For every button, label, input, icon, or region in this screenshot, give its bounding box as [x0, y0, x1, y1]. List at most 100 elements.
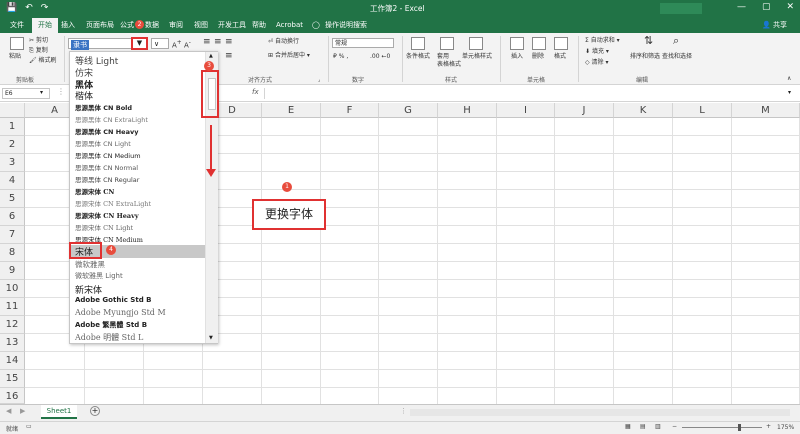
row-header[interactable]: 13 — [0, 334, 25, 352]
conditional-format-icon[interactable] — [411, 37, 425, 50]
row-header[interactable]: 12 — [0, 316, 25, 334]
font-option[interactable]: 思源黑体 CN Regular — [75, 174, 139, 184]
find-select-button[interactable]: 查找和选择 — [662, 53, 692, 61]
undo-icon[interactable]: ↶ — [25, 3, 33, 14]
sheet-tab-sheet1[interactable]: Sheet1 — [41, 405, 77, 419]
tab-formulas[interactable]: 公式 — [120, 20, 134, 30]
zoom-slider[interactable] — [682, 427, 762, 428]
cut-button[interactable]: ✂ 剪切 — [29, 37, 48, 45]
font-option[interactable]: 楷体 — [75, 89, 93, 102]
merge-center-button[interactable]: ⊞ 合并后居中 ▾ — [268, 52, 310, 60]
row-header[interactable]: 8 — [0, 244, 25, 262]
row-header[interactable]: 5 — [0, 190, 25, 208]
column-header[interactable]: G — [379, 103, 438, 118]
share-button[interactable]: 👤 共享 — [762, 20, 787, 30]
scroll-down-icon[interactable]: ▼ — [209, 335, 213, 341]
add-sheet-button[interactable]: + — [90, 406, 100, 416]
column-header[interactable]: K — [614, 103, 673, 118]
maximize-button[interactable]: ▢ — [762, 2, 771, 12]
column-header[interactable]: L — [673, 103, 732, 118]
font-option[interactable]: 微软雅黑 — [75, 259, 105, 270]
font-option[interactable]: 新宋体 — [75, 283, 102, 296]
page-break-view-icon[interactable]: ▥ — [655, 423, 661, 430]
tab-home[interactable]: 开始 — [32, 18, 58, 33]
tab-file[interactable]: 文件 — [10, 20, 24, 30]
close-button[interactable]: ✕ — [786, 2, 794, 12]
row-header[interactable]: 4 — [0, 172, 25, 190]
align-middle-icon[interactable]: ≡ — [214, 38, 222, 47]
font-option[interactable]: Adobe 明體 Std L — [75, 332, 143, 343]
lightbulb-icon[interactable]: ◯ — [312, 20, 320, 30]
font-size-input[interactable]: ∨ — [151, 38, 169, 49]
format-cells-button[interactable]: 格式 — [554, 53, 566, 61]
font-option[interactable]: 思源黑体 CN Light — [75, 138, 131, 148]
tab-insert[interactable]: 插入 — [61, 20, 75, 30]
wrap-text-button[interactable]: ⏎ 自动换行 — [268, 38, 299, 46]
number-format-select[interactable]: 常规 — [332, 38, 394, 48]
align-bottom-icon[interactable]: ≡ — [225, 38, 233, 47]
font-option[interactable]: 思源黑体 CN Bold — [75, 102, 132, 112]
cell-styles-icon[interactable] — [469, 37, 483, 50]
zoom-level[interactable]: 175% — [777, 424, 794, 431]
conditional-format-button[interactable]: 条件格式 — [406, 53, 430, 61]
font-option[interactable]: 思源宋体 CN Light — [75, 222, 133, 232]
row-header[interactable]: 15 — [0, 370, 25, 388]
column-header[interactable]: I — [497, 103, 555, 118]
decrease-font-button[interactable]: A- — [184, 39, 191, 49]
tab-page-layout[interactable]: 页面布局 — [86, 20, 114, 30]
prev-sheet-icon[interactable]: ◀ — [6, 407, 11, 415]
font-option[interactable]: Adobe Myungjo Std M — [75, 308, 166, 317]
font-option[interactable]: 思源宋体 CN ExtraLight — [75, 198, 151, 208]
paste-icon[interactable] — [10, 37, 24, 50]
row-header[interactable]: 6 — [0, 208, 25, 226]
row-header[interactable]: 10 — [0, 280, 25, 298]
font-option[interactable]: 思源黑体 CN Normal — [75, 162, 138, 172]
row-header[interactable]: 16 — [0, 388, 25, 404]
font-option[interactable]: 思源黑体 CN Heavy — [75, 126, 138, 136]
normal-view-icon[interactable]: ▦ — [625, 423, 631, 430]
horizontal-scrollbar[interactable] — [410, 409, 790, 416]
zoom-out-button[interactable]: − — [672, 423, 677, 430]
row-header[interactable]: 9 — [0, 262, 25, 280]
row-header[interactable]: 11 — [0, 298, 25, 316]
row-header[interactable]: 7 — [0, 226, 25, 244]
delete-cells-button[interactable]: 删除 — [532, 53, 544, 61]
fill-button[interactable]: ⬇ 填充 ▾ — [585, 48, 609, 56]
currency-icon[interactable]: ₽ % , — [333, 53, 348, 61]
alignment-launcher-icon[interactable]: ⌟ — [318, 76, 320, 84]
accessibility-icon[interactable]: ▭ — [26, 423, 32, 430]
tab-acrobat[interactable]: Acrobat — [276, 20, 303, 30]
insert-function-button[interactable]: fx — [252, 88, 259, 96]
page-layout-view-icon[interactable]: ▤ — [640, 423, 646, 430]
row-header[interactable]: 1 — [0, 118, 25, 136]
column-header[interactable]: M — [732, 103, 800, 118]
select-all-button[interactable] — [0, 103, 25, 118]
align-right-icon[interactable]: ≡ — [225, 52, 233, 61]
row-header[interactable]: 3 — [0, 154, 25, 172]
tell-me-search[interactable]: 操作说明搜索 — [325, 20, 367, 30]
chevron-down-icon[interactable]: ▾ — [40, 89, 43, 96]
insert-cells-button[interactable]: 插入 — [511, 53, 523, 61]
increase-font-button[interactable]: A+ — [172, 39, 182, 49]
redo-icon[interactable]: ↷ — [41, 3, 49, 14]
column-header[interactable]: E — [262, 103, 321, 118]
format-painter-button[interactable]: 🖌 格式刷 — [29, 57, 57, 65]
font-option[interactable]: 思源宋体 CN Heavy — [75, 210, 139, 220]
copy-button[interactable]: ⎘ 复制 — [29, 47, 48, 55]
account-area[interactable] — [660, 3, 702, 14]
tab-developer[interactable]: 开发工具 — [218, 20, 246, 30]
font-option[interactable]: Adobe 繁黑體 Std B — [75, 320, 147, 330]
font-option[interactable]: 思源宋体 CN — [75, 186, 114, 196]
minimize-button[interactable]: — — [737, 2, 746, 12]
formula-input[interactable] — [264, 88, 784, 99]
autosum-button[interactable]: Σ 自动求和 ▾ — [585, 37, 620, 45]
clear-button[interactable]: ◇ 清除 ▾ — [585, 59, 608, 67]
paste-button[interactable]: 粘贴 — [9, 53, 21, 61]
font-option[interactable]: 微软雅黑 Light — [75, 271, 123, 281]
insert-cells-icon[interactable] — [510, 37, 524, 50]
column-header[interactable]: H — [438, 103, 497, 118]
column-header[interactable]: J — [555, 103, 614, 118]
next-sheet-icon[interactable]: ▶ — [20, 407, 25, 415]
font-option[interactable]: 思源黑体 CN Medium — [75, 150, 141, 160]
align-top-icon[interactable]: ≡ — [203, 38, 211, 47]
